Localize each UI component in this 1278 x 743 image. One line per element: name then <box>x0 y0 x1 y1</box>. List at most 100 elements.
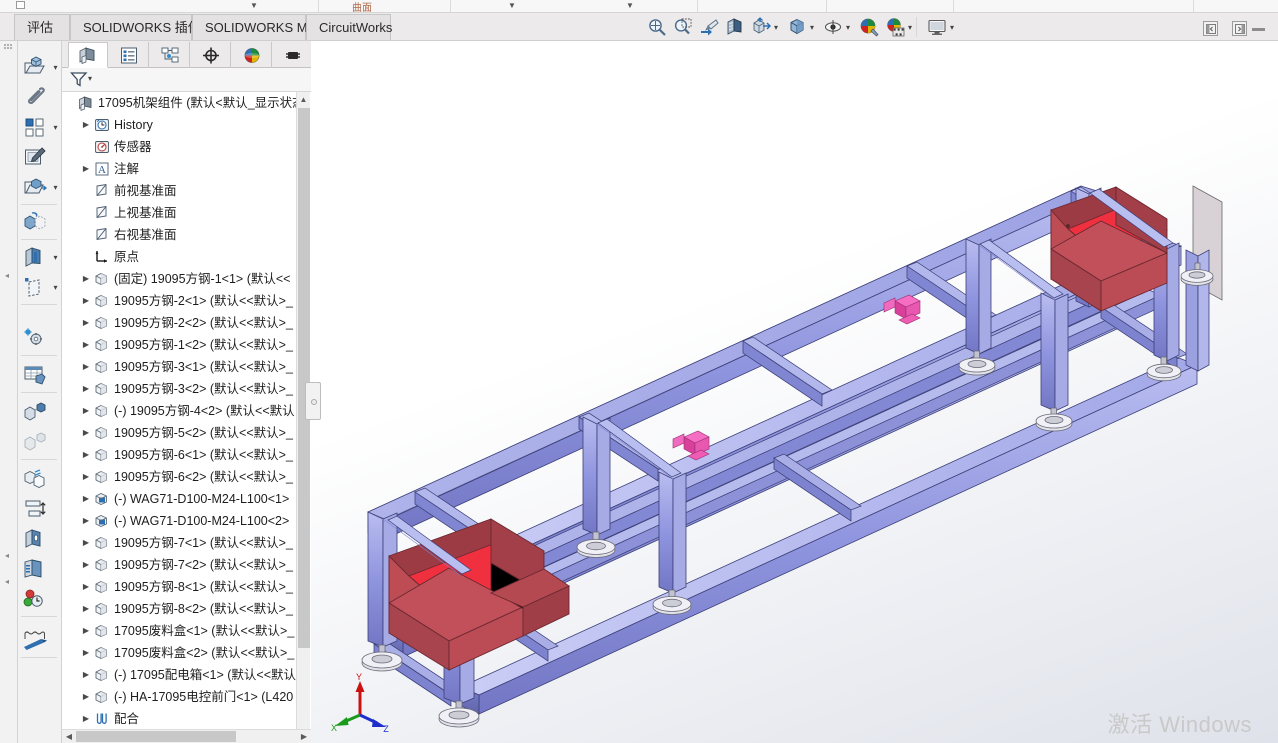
chevron-down-icon[interactable]: ▾ <box>51 243 60 271</box>
expand-arrow-icon[interactable]: ▶ <box>80 510 92 532</box>
tree-node[interactable]: 前视基准面 <box>62 180 311 202</box>
sensor-status-icon[interactable] <box>20 585 50 613</box>
zoom-to-fit-icon[interactable] <box>644 14 670 40</box>
filter-icon[interactable] <box>70 71 88 91</box>
tree-node[interactable]: ▶ 19095方钢-5<2> (默认<<默认>_ <box>62 422 311 444</box>
new-motion-study-icon[interactable] <box>20 324 50 352</box>
apply-scene-icon[interactable] <box>882 14 908 40</box>
performance-evaluation-icon[interactable] <box>20 555 50 583</box>
viewport-layout-icon[interactable] <box>924 14 950 40</box>
reference-geometry-icon[interactable] <box>20 273 50 301</box>
expand-arrow-icon[interactable]: ▶ <box>80 312 92 334</box>
expand-arrow-icon[interactable]: ▶ <box>80 290 92 312</box>
tree-node[interactable]: ▶ (-) HA-17095电控前门<1> (L420 <box>62 686 311 708</box>
tree-node[interactable]: ▶ (-) WAG71-D100-M24-L100<1> <box>62 488 311 510</box>
section-view-icon[interactable] <box>722 14 748 40</box>
tree-node[interactable]: ▶ (-) WAG71-D100-M24-L100<2> <box>62 510 311 532</box>
chevron-down-icon[interactable]: ▾ <box>88 74 92 83</box>
explode-line-sketch-icon[interactable] <box>20 428 50 456</box>
tree-node[interactable]: ▶ (固定) 19095方钢-1<1> (默认<< <box>62 268 311 290</box>
tree-node[interactable]: 传感器 <box>62 136 311 158</box>
expand-arrow-icon[interactable]: ▶ <box>80 576 92 598</box>
tree-node[interactable]: ▶ 19095方钢-3<1> (默认<<默认>_ <box>62 356 311 378</box>
tab-dimxpert-manager[interactable] <box>191 42 231 68</box>
tree-node[interactable]: ▶ 19095方钢-8<1> (默认<<默认>_ <box>62 576 311 598</box>
chevron-down-icon[interactable]: ▼ <box>626 1 634 10</box>
expand-arrow-icon[interactable]: ▶ <box>80 466 92 488</box>
view-orientation-icon[interactable] <box>748 14 774 40</box>
tab-property-manager[interactable] <box>109 42 149 68</box>
scroll-left-button[interactable]: ◀ <box>62 730 76 743</box>
scroll-up-button[interactable]: ▲ <box>297 92 310 107</box>
previous-view-icon[interactable] <box>696 14 722 40</box>
move-component-icon[interactable] <box>20 173 50 201</box>
tab-circuitworks[interactable]: CircuitWorks <box>306 14 392 40</box>
tree-horizontal-scrollbar[interactable]: ◀ ▶ <box>62 729 311 743</box>
collapse-left-panel-button[interactable] <box>1203 21 1218 36</box>
tree-node[interactable]: ▶ (-) 17095配电箱<1> (默认<<默认 <box>62 664 311 686</box>
chevron-down-icon[interactable]: ▾ <box>844 24 852 32</box>
tree-node[interactable]: ▶ 19095方钢-6<1> (默认<<默认>_ <box>62 444 311 466</box>
expand-arrow-icon[interactable]: ▶ <box>80 356 92 378</box>
expand-arrow-icon[interactable]: ▶ <box>80 334 92 356</box>
insert-components-icon[interactable] <box>20 53 50 81</box>
tree-node[interactable]: ▶ (-) 19095方钢-4<2> (默认<<默认 <box>62 400 311 422</box>
tree-root-node[interactable]: 17095机架组件 (默认<默认_显示状态 <box>62 92 311 114</box>
expand-arrow-icon[interactable]: ▶ <box>80 422 92 444</box>
chevron-down-icon[interactable]: ▾ <box>51 113 60 141</box>
expand-arrow-icon[interactable]: ▶ <box>80 532 92 554</box>
tree-node[interactable]: ▶ 19095方钢-2<1> (默认<<默认>_ <box>62 290 311 312</box>
chevron-down-icon[interactable]: ▾ <box>808 24 816 32</box>
zoom-to-area-icon[interactable] <box>670 14 696 40</box>
chevron-down-icon[interactable]: ▼ <box>508 1 516 10</box>
tree-node[interactable]: 右视基准面 <box>62 224 311 246</box>
tree-node[interactable]: 上视基准面 <box>62 202 311 224</box>
tree-node[interactable]: ▶ 17095废料盒<1> (默认<<默认>_ <box>62 620 311 642</box>
tree-node[interactable]: ▶ 19095方钢-1<2> (默认<<默认>_ <box>62 334 311 356</box>
tree-node[interactable]: ▶ 19095方钢-8<2> (默认<<默认>_ <box>62 598 311 620</box>
expand-arrow-icon[interactable]: ▶ <box>80 598 92 620</box>
chevron-down-icon[interactable]: ▼ <box>250 1 258 10</box>
ribbon-cut-button[interactable] <box>16 1 25 9</box>
tree-node[interactable]: ▶ 17095废料盒<2> (默认<<默认>_ <box>62 642 311 664</box>
collapse-right-panel-button[interactable] <box>1232 21 1247 36</box>
mate-icon[interactable] <box>20 83 50 111</box>
hide-show-items-icon[interactable] <box>820 14 846 40</box>
chevron-down-icon[interactable]: ▾ <box>51 273 60 301</box>
tree-node[interactable]: ▶ 19095方钢-7<2> (默认<<默认>_ <box>62 554 311 576</box>
chevron-down-icon[interactable]: ▾ <box>772 24 780 32</box>
tab-configuration-manager[interactable] <box>150 42 190 68</box>
scroll-right-button[interactable]: ▶ <box>297 730 311 743</box>
graphics-area[interactable]: Y X Z 激活 Windows <box>311 41 1278 743</box>
expand-arrow-icon[interactable]: ▶ <box>80 378 92 400</box>
minimize-button[interactable] <box>1252 28 1265 31</box>
command-manager-handle[interactable]: ◂ ◂ ◂ <box>0 41 18 743</box>
exploded-view-icon[interactable] <box>20 398 50 426</box>
tab-feature-manager-design-tree[interactable] <box>68 42 108 68</box>
expand-arrow-icon[interactable]: ▶ <box>80 642 92 664</box>
expand-arrow-icon[interactable]: ▶ <box>80 268 92 290</box>
tab-solidworks-addins[interactable]: SOLIDWORKS 插件 <box>70 14 201 40</box>
tree-node[interactable]: ▶ 配合 <box>62 708 311 730</box>
tree-node[interactable]: 原点 <box>62 246 311 268</box>
scroll-thumb-horizontal[interactable] <box>76 731 236 742</box>
panel-splitter-handle[interactable] <box>305 382 321 420</box>
tab-display-manager[interactable] <box>232 42 272 68</box>
bill-of-materials-icon[interactable] <box>20 361 50 389</box>
clearance-verification-icon[interactable] <box>20 495 50 523</box>
scroll-thumb[interactable] <box>298 108 310 648</box>
expand-arrow-icon[interactable]: ▶ <box>80 158 92 180</box>
interference-detection-icon[interactable] <box>20 465 50 493</box>
expand-arrow-icon[interactable]: ▶ <box>80 708 92 730</box>
expand-arrow-icon[interactable]: ▶ <box>80 686 92 708</box>
tab-solidworks-mbd[interactable]: SOLIDWORKS MBD <box>192 14 326 40</box>
show-hidden-components-icon[interactable] <box>20 208 50 236</box>
expand-arrow-icon[interactable]: ▶ <box>80 444 92 466</box>
linear-component-pattern-icon[interactable] <box>20 113 50 141</box>
expand-arrow-icon[interactable]: ▶ <box>80 400 92 422</box>
chevron-down-icon[interactable]: ▾ <box>948 24 956 32</box>
feature-tree[interactable]: 17095机架组件 (默认<默认_显示状态 ▶ History 传感器 ▶ A 注解 前视基准… <box>62 92 311 743</box>
expand-arrow-icon[interactable]: ▶ <box>80 488 92 510</box>
display-style-icon[interactable] <box>784 14 810 40</box>
expand-arrow-icon[interactable]: ▶ <box>80 554 92 576</box>
